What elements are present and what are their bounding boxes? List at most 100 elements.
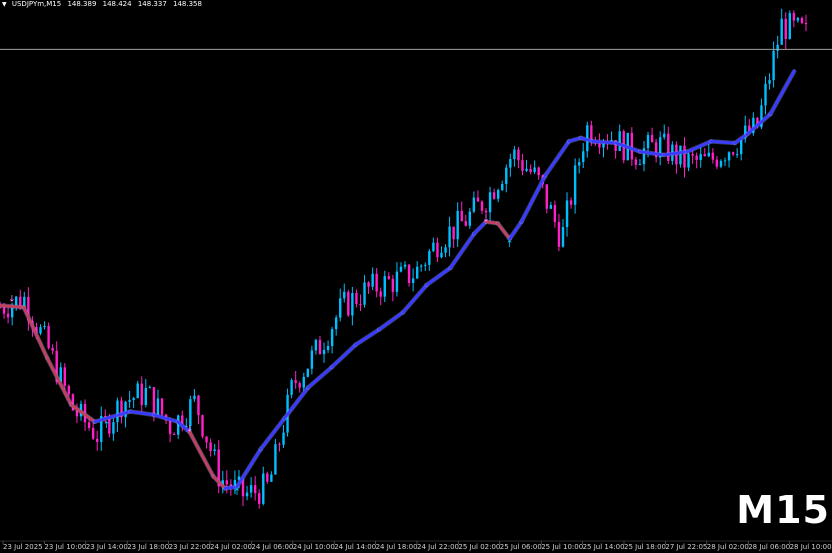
candle-body (262, 473, 265, 504)
x-tick-label: 23 Jul 10:00 (44, 543, 86, 551)
candle-body (156, 398, 160, 416)
ma-segment (401, 283, 429, 314)
candle-body (343, 291, 346, 299)
candle-body (484, 210, 488, 213)
candle-body (245, 492, 249, 497)
candle-body (480, 201, 484, 211)
candle-body (278, 444, 281, 446)
candle-body (383, 276, 386, 297)
candle-body (148, 387, 152, 389)
candle-body (784, 18, 787, 39)
candle-body (39, 327, 42, 334)
candle-body (197, 395, 200, 416)
candle-body (411, 278, 415, 284)
candle-body (634, 159, 638, 165)
candle-body (735, 154, 739, 156)
x-tick-label: 25 Jul 14:00 (583, 543, 625, 551)
candle-body (351, 292, 354, 316)
candle-body (399, 266, 403, 272)
ma-segment (69, 403, 97, 424)
candle-body (545, 184, 548, 209)
candle-body (468, 211, 472, 226)
candle-body (472, 197, 476, 212)
x-tick-label: 25 Jul 10:00 (541, 543, 583, 551)
candle-body (339, 298, 342, 318)
candles-layer (0, 8, 808, 509)
candle-body (375, 273, 378, 292)
ma-segment (22, 305, 49, 360)
candle-body (51, 347, 54, 351)
candle-body (565, 200, 569, 228)
candle-body (87, 422, 91, 428)
candle-body (764, 83, 767, 106)
candle-body (476, 197, 480, 202)
candle-body (529, 168, 532, 172)
candle-body (136, 383, 139, 399)
candle-body (646, 134, 650, 149)
chart-window: ▼ USDJPYm,M15 148.389 148.424 148.337 14… (0, 0, 832, 553)
candle-body (371, 273, 374, 287)
candle-body (577, 162, 581, 166)
candle-body (456, 210, 459, 240)
ma-segment (128, 409, 156, 417)
candle-body (776, 44, 779, 51)
candle-body (322, 350, 326, 355)
candle-body (266, 473, 269, 482)
x-tick-label: 23 Jul 22:00 (169, 543, 211, 551)
ma-segment (520, 174, 547, 224)
candle-body (492, 192, 496, 199)
candle-body (731, 152, 735, 155)
candle-body (160, 398, 164, 415)
candle-body (561, 227, 565, 247)
candle-body (334, 317, 338, 330)
x-tick-label: 24 Jul 22:00 (417, 543, 459, 551)
x-tick-label: 23 Jul 14:00 (86, 543, 128, 551)
price-chart[interactable]: ↓ ↑ ↓ ↑ ↓ ↑ 23 Jul 2025 23 Jul 10:00 23 Jul 14:… (0, 0, 832, 553)
candle-body (537, 167, 540, 176)
candle-body (367, 282, 370, 287)
candle-body (282, 432, 285, 445)
candle-body (415, 266, 419, 279)
candle-body (144, 388, 148, 405)
candle-body (249, 485, 253, 493)
candle-body (407, 264, 411, 284)
candle-body (780, 18, 783, 45)
x-tick-label: 28 Jul 10:00 (790, 543, 832, 551)
candle-body (420, 265, 423, 267)
candle-body (521, 160, 524, 171)
candle-body (209, 442, 212, 452)
x-tick-label: 28 Jul 02:00 (707, 543, 749, 551)
candle-body (444, 247, 447, 253)
x-tick-label: 24 Jul 18:00 (376, 543, 418, 551)
timeframe-label: M15 (736, 488, 830, 532)
candle-body (687, 153, 690, 168)
candle-body (707, 152, 710, 157)
candle-body (638, 164, 642, 166)
candle-body (804, 22, 808, 24)
candle-body (67, 385, 71, 395)
candle-body (205, 436, 208, 443)
candle-body (391, 278, 395, 292)
candle-body (63, 367, 67, 386)
x-tick-label: 25 Jul 18:00 (624, 543, 666, 551)
ma-segment (496, 221, 512, 241)
candle-body (428, 251, 431, 265)
candle-body (691, 153, 694, 156)
candle-body (355, 292, 358, 304)
candle-body (96, 438, 99, 442)
candle-body (768, 80, 771, 84)
candle-body (330, 329, 334, 346)
candle-body (699, 154, 702, 160)
candle-body (448, 226, 451, 248)
x-tick-label: 24 Jul 10:00 (293, 543, 335, 551)
candle-body (569, 200, 573, 205)
candle-body (501, 183, 504, 191)
ma-segment (45, 356, 73, 407)
candle-body (513, 149, 516, 160)
candle-body (116, 400, 119, 423)
candle-body (464, 221, 467, 226)
ma-segment (235, 447, 263, 489)
candle-body (318, 339, 322, 355)
candle-body (703, 154, 706, 157)
candle-body (618, 131, 621, 152)
